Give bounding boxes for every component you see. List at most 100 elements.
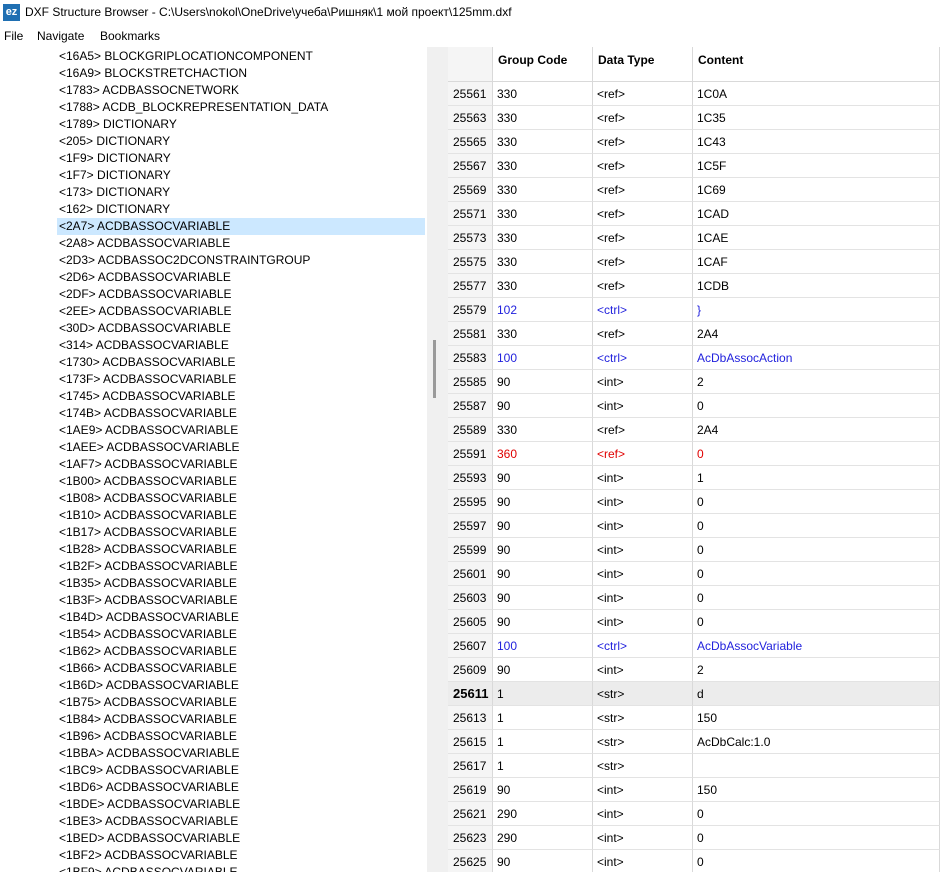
table-row[interactable]: 25605 90 <int> 0 [448,610,940,634]
table-row[interactable]: 25561 330 <ref> 1C0A [448,82,940,106]
data-type-cell: <int> [593,490,693,514]
group-code-cell: 330 [493,178,593,202]
menu-file[interactable]: File [4,29,23,43]
table-row[interactable]: 25607 100 <ctrl> AcDbAssocVariable [448,634,940,658]
tree-item[interactable]: <1B00> ACDBASSOCVARIABLE [57,473,237,490]
table-row[interactable]: 25587 90 <int> 0 [448,394,940,418]
tree-item[interactable]: <2DF> ACDBASSOCVARIABLE [57,286,232,303]
tree-item[interactable]: <16A5> BLOCKGRIPLOCATIONCOMPONENT [57,48,313,65]
table-row[interactable]: 25571 330 <ref> 1CAD [448,202,940,226]
tree-item[interactable]: <173> DICTIONARY [57,184,170,201]
table-row[interactable]: 25589 330 <ref> 2A4 [448,418,940,442]
column-header-content[interactable]: Content [693,47,940,82]
table-row[interactable]: 25565 330 <ref> 1C43 [448,130,940,154]
menu-navigate[interactable]: Navigate [37,29,84,43]
tree-item[interactable]: <1BF9> ACDBASSOCVARIABLE [57,864,238,872]
tree-item[interactable]: <1BC9> ACDBASSOCVARIABLE [57,762,239,779]
tree-item[interactable]: <1BD6> ACDBASSOCVARIABLE [57,779,239,796]
table-row[interactable]: 25581 330 <ref> 2A4 [448,322,940,346]
tree-item[interactable]: <1BBA> ACDBASSOCVARIABLE [57,745,240,762]
column-header-group-code[interactable]: Group Code [493,47,593,82]
tree-item[interactable]: <1B75> ACDBASSOCVARIABLE [57,694,237,711]
table-row[interactable]: 25611 1 <str> d [448,682,940,706]
table-row[interactable]: 25583 100 <ctrl> AcDbAssocAction [448,346,940,370]
table-row[interactable]: 25597 90 <int> 0 [448,514,940,538]
table-row[interactable]: 25577 330 <ref> 1CDB [448,274,940,298]
tree-scrollbar[interactable] [427,47,444,872]
tree-item[interactable]: <173F> ACDBASSOCVARIABLE [57,371,236,388]
table-row[interactable]: 25617 1 <str> [448,754,940,778]
tree-item[interactable]: <1745> ACDBASSOCVARIABLE [57,388,236,405]
tree-item[interactable]: <1789> DICTIONARY [57,116,177,133]
data-type-cell: <ref> [593,202,693,226]
tree-item[interactable]: <162> DICTIONARY [57,201,170,218]
tree-item[interactable]: <2EE> ACDBASSOCVARIABLE [57,303,232,320]
tree-item[interactable]: <1B17> ACDBASSOCVARIABLE [57,524,237,541]
table-row[interactable]: 25563 330 <ref> 1C35 [448,106,940,130]
table-row[interactable]: 25609 90 <int> 2 [448,658,940,682]
table-row[interactable]: 25599 90 <int> 0 [448,538,940,562]
tree-item[interactable]: <174B> ACDBASSOCVARIABLE [57,405,237,422]
group-code-cell: 290 [493,826,593,850]
tree-item[interactable]: <2D3> ACDBASSOC2DCONSTRAINTGROUP [57,252,310,269]
tree-item[interactable]: <1B3F> ACDBASSOCVARIABLE [57,592,238,609]
table-row[interactable]: 25579 102 <ctrl>} [448,298,940,322]
tree-item[interactable]: <1B10> ACDBASSOCVARIABLE [57,507,237,524]
tree-item[interactable]: <205> DICTIONARY [57,133,170,150]
table-row[interactable]: 25621 290 <int> 0 [448,802,940,826]
data-type-cell: <int> [593,586,693,610]
tree-item[interactable]: <1AEE> ACDBASSOCVARIABLE [57,439,240,456]
tree-item[interactable]: <1B35> ACDBASSOCVARIABLE [57,575,237,592]
table-row[interactable]: 25615 1 <str> AcDbCalc:1.0 [448,730,940,754]
tree-item[interactable]: <1B28> ACDBASSOCVARIABLE [57,541,237,558]
tree-item[interactable]: <2A7> ACDBASSOCVARIABLE [57,218,425,235]
table-row[interactable]: 25625 90 <int> 0 [448,850,940,872]
tree-item[interactable]: <16A9> BLOCKSTRETCHACTION [57,65,247,82]
tree-item[interactable]: <1B54> ACDBASSOCVARIABLE [57,626,237,643]
table-row[interactable]: 25569 330 <ref> 1C69 [448,178,940,202]
tree-item[interactable]: <30D> ACDBASSOCVARIABLE [57,320,231,337]
tree-item[interactable]: <1BED> ACDBASSOCVARIABLE [57,830,240,847]
table-row[interactable]: 25619 90 <int> 150 [448,778,940,802]
tree-scrollbar-thumb[interactable] [433,340,436,398]
table-row[interactable]: 25595 90 <int> 0 [448,490,940,514]
table-row[interactable]: 25623 290 <int> 0 [448,826,940,850]
tree-item[interactable]: <1B6D> ACDBASSOCVARIABLE [57,677,239,694]
tree-item[interactable]: <1AE9> ACDBASSOCVARIABLE [57,422,238,439]
table-row[interactable]: 25613 1 <str> 150 [448,706,940,730]
data-grid[interactable]: 25625 90 <int> 0 25623 290 <int> 0 25621 290 <int>… [448,47,940,872]
table-row[interactable]: 25591 360 <ref> 0 [448,442,940,466]
tree-item[interactable]: <1788> ACDB_BLOCKREPRESENTATION_DATA [57,99,328,116]
tree-item[interactable]: <1AF7> ACDBASSOCVARIABLE [57,456,238,473]
line-number-cell: 25577 [448,274,493,298]
tree-item[interactable]: <314> ACDBASSOCVARIABLE [57,337,229,354]
table-row[interactable]: 25567 330 <ref> 1C5F [448,154,940,178]
table-row[interactable]: 25593 90 <int> 1 [448,466,940,490]
tree-item[interactable]: <1F7> DICTIONARY [57,167,171,184]
tree-item[interactable]: <1B96> ACDBASSOCVARIABLE [57,728,237,745]
tree-item[interactable]: <1783> ACDBASSOCNETWORK [57,82,239,99]
menu-bookmarks[interactable]: Bookmarks [100,29,160,43]
table-row[interactable]: 25585 90 <int> 2 [448,370,940,394]
tree-item[interactable]: <1B2F> ACDBASSOCVARIABLE [57,558,238,575]
tree-item[interactable]: <1BE3> ACDBASSOCVARIABLE [57,813,238,830]
tree-item[interactable]: <2A8> ACDBASSOCVARIABLE [57,235,230,252]
tree-item[interactable]: <1F9> DICTIONARY [57,150,171,167]
table-row[interactable]: 25601 90 <int> 0 [448,562,940,586]
tree-item[interactable]: <1730> ACDBASSOCVARIABLE [57,354,236,371]
tree-item[interactable]: <1B66> ACDBASSOCVARIABLE [57,660,237,677]
tree-item[interactable]: <1B4D> ACDBASSOCVARIABLE [57,609,239,626]
tree-item[interactable]: <1BF2> ACDBASSOCVARIABLE [57,847,238,864]
table-row[interactable]: 25573 330 <ref> 1CAE [448,226,940,250]
content-cell: 0 [693,802,940,826]
tree-item[interactable]: <1B84> ACDBASSOCVARIABLE [57,711,237,728]
tree-item[interactable]: <1B62> ACDBASSOCVARIABLE [57,643,237,660]
table-row[interactable]: 25603 90 <int> 0 [448,586,940,610]
column-header-data-type[interactable]: Data Type [593,47,693,82]
tree-item[interactable]: <1B08> ACDBASSOCVARIABLE [57,490,237,507]
table-row[interactable]: 25575 330 <ref> 1CAF [448,250,940,274]
structure-tree[interactable]: <16A5> BLOCKGRIPLOCATIONCOMPONENT <16A9> … [0,47,427,872]
data-type-cell: <int> [593,562,693,586]
tree-item[interactable]: <2D6> ACDBASSOCVARIABLE [57,269,231,286]
tree-item[interactable]: <1BDE> ACDBASSOCVARIABLE [57,796,240,813]
